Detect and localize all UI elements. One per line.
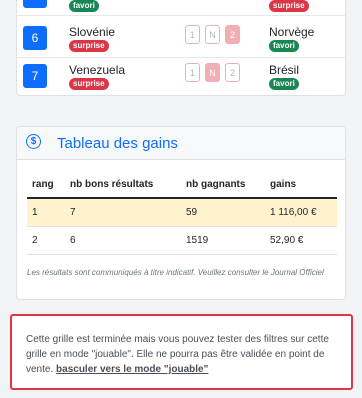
home-team: Venezuela <box>69 63 126 77</box>
table-row: 2 6 1519 52,90 € <box>27 226 337 255</box>
home-badge: surprise <box>69 40 109 52</box>
gains-disclaimer: Les résultats sont communiqués à titre i… <box>27 268 324 277</box>
pick-n[interactable]: N <box>205 63 220 82</box>
pick-2[interactable]: 2 <box>225 63 240 82</box>
home-badge: surprise <box>69 78 109 90</box>
match-row: 5 favori surprise <box>17 0 345 16</box>
pick-1[interactable]: 1 <box>185 63 200 82</box>
info-alert: Cette grille est terminée mais vous pouv… <box>10 314 353 390</box>
cell-bons: 7 <box>65 198 181 227</box>
cell-bons: 6 <box>65 226 181 255</box>
col-gains: gains <box>265 171 337 199</box>
away-team: Brésil <box>269 63 300 77</box>
col-bons-resultats: nb bons résultats <box>65 171 181 199</box>
pick-n[interactable]: N <box>205 25 220 44</box>
dollar-circle-icon: $ <box>26 134 41 149</box>
away-team: Norvège <box>269 25 315 39</box>
away-badge: favori <box>269 78 299 90</box>
cell-gagnants: 1519 <box>181 226 265 255</box>
pick-1[interactable]: 1 <box>185 25 200 44</box>
table-row: 1 7 59 1 116,00 € <box>27 198 337 227</box>
cell-rang: 2 <box>27 226 65 255</box>
away-badge: favori <box>269 40 299 52</box>
gains-table: rang nb bons résultats nb gagnants gains… <box>27 171 337 255</box>
home-badge: favori <box>69 0 99 12</box>
table-header-row: rang nb bons résultats nb gagnants gains <box>27 171 337 199</box>
pick-2[interactable]: 2 <box>225 25 240 44</box>
switch-to-playable-link[interactable]: basculer vers le mode "jouable" <box>56 364 208 375</box>
match-row: 7 Venezuela surprise 1 N 2 Brésil favori <box>17 60 345 96</box>
match-number: 6 <box>23 26 47 50</box>
match-row: 6 Slovénie surprise 1 N 2 Norvège favori <box>17 22 345 58</box>
cell-gains: 52,90 € <box>265 226 337 255</box>
away-badge: surprise <box>269 0 309 12</box>
col-rang: rang <box>27 171 65 199</box>
cell-gains: 1 116,00 € <box>265 198 337 227</box>
gains-header: $ Tableau des gains <box>17 127 345 160</box>
match-number: 5 <box>23 0 47 8</box>
gains-title: Tableau des gains <box>57 135 178 152</box>
matches-card: 5 favori surprise 6 Slovénie surprise 1 … <box>16 0 346 96</box>
gains-card: $ Tableau des gains rang nb bons résulta… <box>16 126 346 300</box>
cell-gagnants: 59 <box>181 198 265 227</box>
home-team: Slovénie <box>69 25 116 39</box>
col-gagnants: nb gagnants <box>181 171 265 199</box>
match-number: 7 <box>23 64 47 88</box>
cell-rang: 1 <box>27 198 65 227</box>
